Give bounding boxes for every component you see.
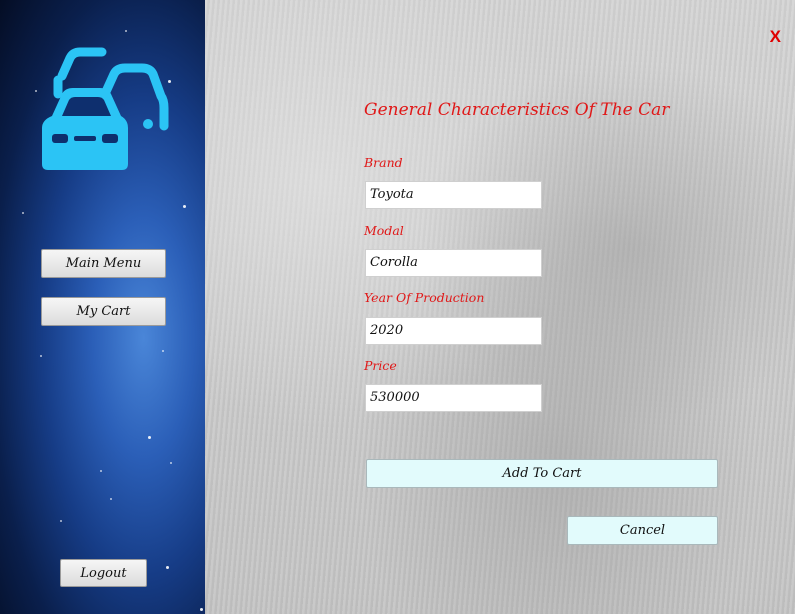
add-to-cart-button[interactable]: Add To Cart — [366, 459, 718, 488]
year-field[interactable]: 2020 — [365, 317, 542, 345]
page-title: General Characteristics Of The Car — [364, 100, 670, 120]
star-decoration — [35, 90, 37, 92]
star-decoration — [200, 608, 203, 611]
sidebar: Main Menu My Cart Logout — [0, 0, 205, 614]
my-cart-button[interactable]: My Cart — [41, 297, 166, 326]
star-decoration — [162, 350, 164, 352]
cancel-button[interactable]: Cancel — [567, 516, 718, 545]
star-decoration — [125, 30, 127, 32]
star-decoration — [60, 520, 62, 522]
model-field[interactable]: Corolla — [365, 249, 542, 277]
star-decoration — [40, 355, 42, 357]
brand-field[interactable]: Toyota — [365, 181, 542, 209]
star-decoration — [183, 205, 186, 208]
car-details-panel: X General Characteristics Of The Car Bra… — [205, 0, 795, 614]
star-decoration — [100, 470, 102, 472]
brand-label: Brand — [364, 155, 403, 170]
price-label: Price — [364, 358, 397, 373]
model-label: Modal — [364, 223, 404, 238]
star-decoration — [166, 566, 169, 569]
close-icon[interactable]: X — [770, 27, 781, 47]
star-decoration — [22, 212, 24, 214]
star-decoration — [110, 498, 112, 500]
star-decoration — [148, 436, 151, 439]
price-field[interactable]: 530000 — [365, 384, 542, 412]
app-window: Main Menu My Cart Logout X General Chara… — [0, 0, 795, 614]
main-menu-button[interactable]: Main Menu — [41, 249, 166, 278]
logout-button[interactable]: Logout — [60, 559, 147, 587]
star-decoration — [170, 462, 172, 464]
cars-icon — [42, 47, 169, 170]
year-label: Year Of Production — [364, 290, 485, 305]
